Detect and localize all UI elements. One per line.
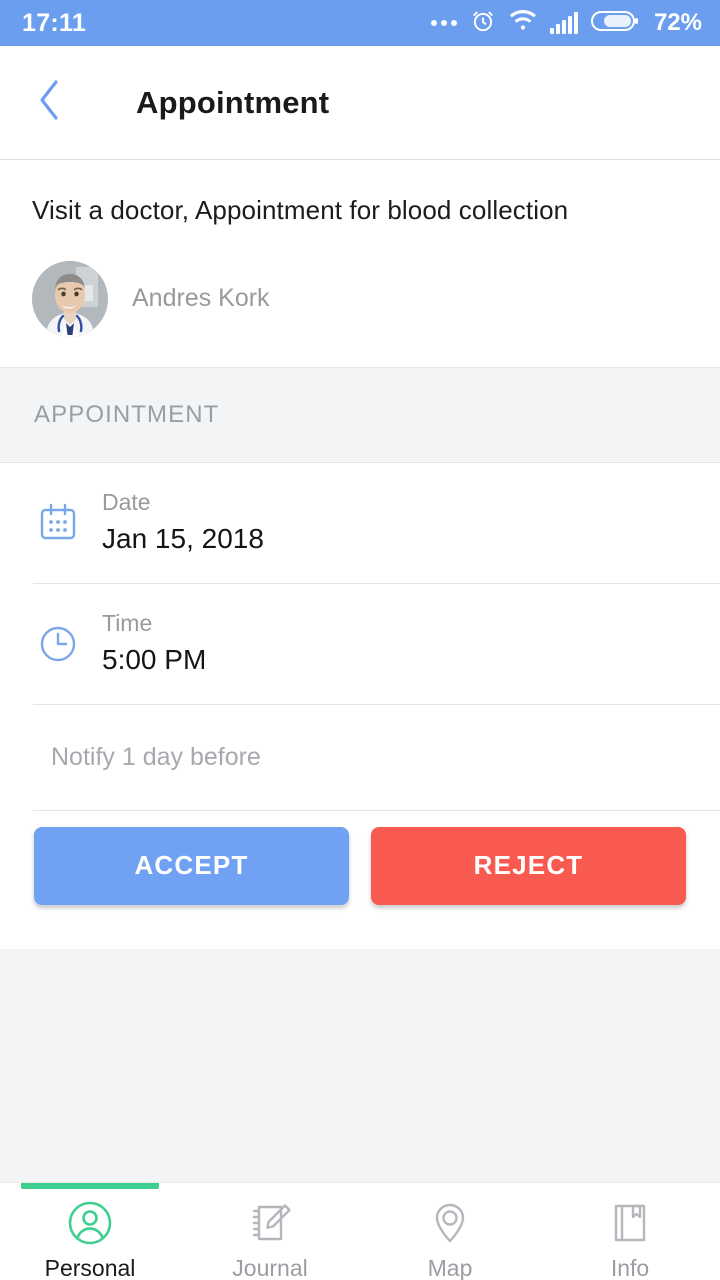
time-row-body: Time 5:00 PM [102, 609, 720, 676]
battery-percent: 72% [653, 9, 702, 36]
alarm-clock-icon [470, 8, 496, 39]
nav-label-map: Map [427, 1255, 473, 1280]
book-bookmark-icon [604, 1197, 656, 1249]
time-row[interactable]: Time 5:00 PM [0, 583, 720, 704]
status-time: 17:11 [22, 8, 87, 37]
active-tab-indicator [21, 1183, 159, 1189]
back-button[interactable] [34, 75, 80, 131]
date-row-body: Date Jan 15, 2018 [102, 488, 720, 555]
action-buttons: ACCEPT REJECT [0, 810, 720, 949]
location-pin-icon [424, 1197, 476, 1249]
time-label: Time [102, 609, 153, 636]
reject-button[interactable]: REJECT [371, 826, 686, 905]
nav-item-info[interactable]: Info [540, 1183, 720, 1280]
calendar-icon [34, 499, 82, 547]
more-dots-icon [430, 20, 457, 26]
date-value: Jan 15, 2018 [102, 523, 264, 555]
clock-icon [34, 620, 82, 668]
battery-icon [590, 9, 639, 38]
notify-label: Notify 1 day before [51, 742, 261, 771]
accept-button[interactable]: ACCEPT [34, 826, 349, 905]
nav-label-journal: Journal [232, 1255, 308, 1280]
doctor-name: Andres Kork [132, 284, 270, 312]
notify-row[interactable]: Notify 1 day before [0, 704, 720, 810]
appointment-card: Visit a doctor, Appointment for blood co… [0, 160, 720, 949]
nav-label-personal: Personal [44, 1255, 136, 1280]
nav-label-info: Info [610, 1255, 650, 1280]
notebook-pencil-icon [244, 1197, 296, 1249]
doctor-row[interactable]: Andres Kork [32, 260, 688, 337]
nav-item-journal[interactable]: Journal [180, 1183, 360, 1280]
bottom-navigation: Personal Journal Map Info [0, 1182, 720, 1280]
page-title: Appointment [136, 84, 330, 120]
signal-bars-icon [549, 12, 578, 34]
status-icons: 72% [430, 8, 702, 39]
section-header-appointment: APPOINTMENT [0, 366, 720, 463]
person-circle-icon [64, 1197, 116, 1249]
app-screen: 17:11 72% Appointment Visit a doctor, Ap… [0, 0, 720, 1280]
time-value: 5:00 PM [102, 644, 207, 676]
back-chevron-icon [34, 76, 64, 129]
wifi-icon [509, 9, 537, 37]
date-row[interactable]: Date Jan 15, 2018 [0, 462, 720, 583]
page-background-filler [0, 948, 720, 1197]
doctor-portrait-avatar [32, 260, 108, 337]
appointment-description: Visit a doctor, Appointment for blood co… [32, 195, 569, 225]
section-header-label: APPOINTMENT [34, 400, 220, 428]
status-bar: 17:11 72% [0, 0, 720, 46]
nav-item-personal[interactable]: Personal [0, 1183, 180, 1280]
app-bar: Appointment [0, 46, 720, 160]
date-label: Date [102, 488, 151, 515]
summary-section: Visit a doctor, Appointment for blood co… [0, 160, 720, 367]
nav-item-map[interactable]: Map [360, 1183, 540, 1280]
